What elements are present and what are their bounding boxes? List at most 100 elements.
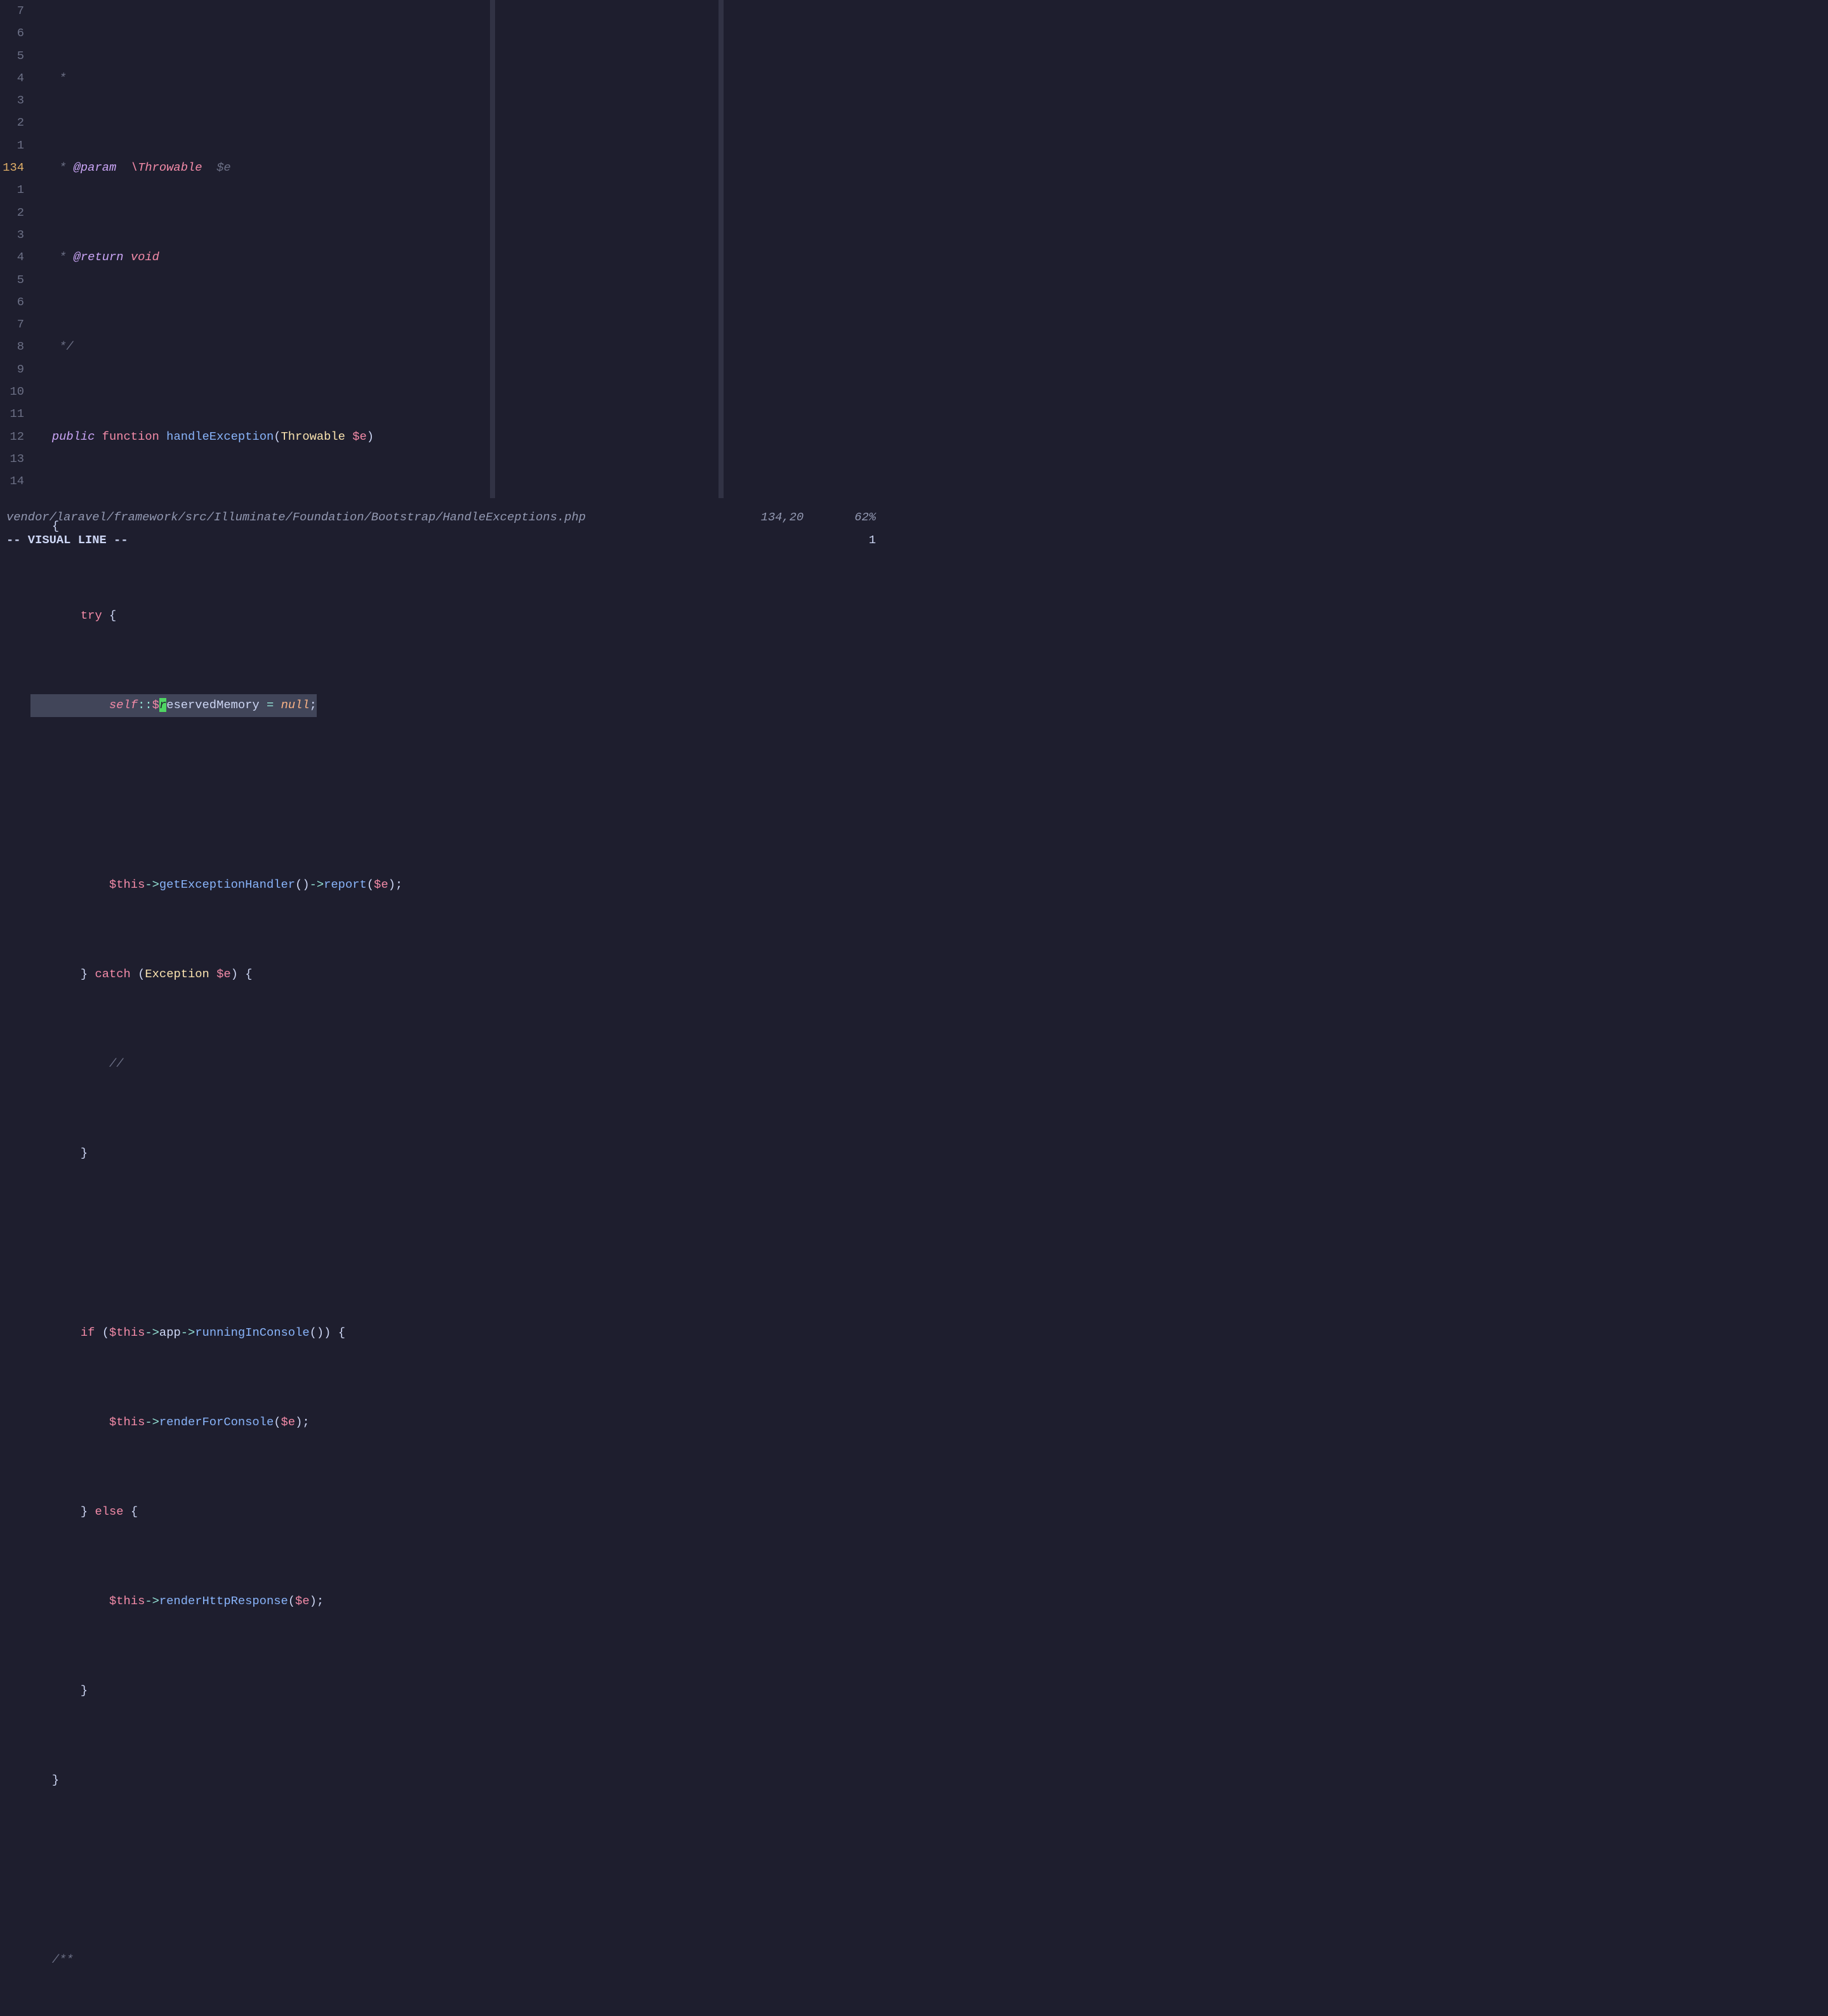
- line-number: 14: [0, 470, 30, 492]
- variable-this: $this: [109, 1415, 145, 1429]
- type: Throwable: [281, 430, 345, 444]
- line-number: 9: [0, 359, 30, 381]
- code-line[interactable]: * @param \Throwable $e: [30, 157, 882, 179]
- doc-open: /**: [30, 1953, 74, 1967]
- code-line[interactable]: $this->getExceptionHandler()->report($e)…: [30, 874, 882, 896]
- line-number: 6: [0, 291, 30, 313]
- variable-this: $this: [109, 1326, 145, 1340]
- doc-text: *: [30, 250, 74, 264]
- doc-var: $e: [216, 161, 231, 175]
- arrow-op: ->: [145, 1594, 159, 1608]
- arrow-op: ->: [181, 1326, 195, 1340]
- variable: $e: [281, 1415, 296, 1429]
- method-call: getExceptionHandler: [159, 878, 295, 892]
- variable-this: $this: [109, 1594, 145, 1608]
- arrow-op: ->: [145, 1326, 159, 1340]
- brace-close: }: [81, 1683, 88, 1697]
- variable: $e: [216, 967, 231, 981]
- code-line-selected[interactable]: self::$reservedMemory = null;: [30, 694, 882, 716]
- line-number: 13: [0, 448, 30, 470]
- line-number: 5: [0, 45, 30, 67]
- code-line[interactable]: $this->renderForConsole($e);: [30, 1411, 882, 1433]
- code-line[interactable]: }: [30, 1769, 882, 1791]
- code-line[interactable]: if ($this->app->runningInConsole()) {: [30, 1322, 882, 1344]
- property: app: [159, 1326, 181, 1340]
- keyword-if: if: [81, 1326, 95, 1340]
- scope-op: ::: [138, 698, 152, 712]
- line-number: 1: [0, 179, 30, 201]
- semicolon: ;: [302, 1415, 309, 1429]
- doc-tag: @param: [74, 161, 117, 175]
- code-line[interactable]: /**: [30, 1949, 882, 1971]
- brace-open: {: [109, 609, 116, 623]
- variable: $e: [374, 878, 388, 892]
- editor-viewport[interactable]: 7 6 5 4 3 2 1 134 1 2 3 4 5 6 7 8 9 10 1…: [0, 0, 882, 506]
- keyword-catch: catch: [95, 967, 130, 981]
- line-number-current: 134: [0, 157, 30, 179]
- code-line[interactable]: try {: [30, 605, 882, 627]
- line-number: 6: [0, 22, 30, 44]
- doc-type: void: [131, 250, 159, 264]
- line-number: 10: [0, 381, 30, 403]
- literal-null: null: [281, 698, 310, 712]
- keyword-function: function: [102, 430, 159, 444]
- variable-name: eservedMemory: [166, 698, 260, 712]
- semicolon: ;: [310, 698, 317, 712]
- method-call: runningInConsole: [195, 1326, 309, 1340]
- variable: $e: [295, 1594, 310, 1608]
- keyword-public: public: [52, 430, 95, 444]
- code-area[interactable]: * * @param \Throwable $e * @return void …: [30, 0, 882, 506]
- line-number: 3: [0, 89, 30, 112]
- keyword-else: else: [95, 1505, 123, 1519]
- doc-text: *: [30, 161, 74, 175]
- line-number: 7: [0, 0, 30, 22]
- visual-selection: self::$reservedMemory = null;: [30, 694, 317, 716]
- code-line[interactable]: *: [30, 67, 882, 89]
- code-line[interactable]: [30, 784, 882, 806]
- line-number: 4: [0, 67, 30, 89]
- code-line[interactable]: }: [30, 1680, 882, 1702]
- semicolon: ;: [395, 878, 402, 892]
- line-number: 7: [0, 313, 30, 336]
- variable-sigil: $: [152, 698, 159, 712]
- line-number: 1: [0, 135, 30, 157]
- brace-close: }: [81, 1505, 88, 1519]
- function-name: handleException: [166, 430, 274, 444]
- line-number-gutter: 7 6 5 4 3 2 1 134 1 2 3 4 5 6 7 8 9 10 1…: [0, 0, 30, 506]
- line-number: 11: [0, 403, 30, 425]
- code-line[interactable]: public function handleException(Throwabl…: [30, 426, 882, 448]
- line-number: 4: [0, 246, 30, 268]
- code-line[interactable]: [30, 1232, 882, 1254]
- assign-op: =: [267, 698, 274, 712]
- code-line[interactable]: }: [30, 1142, 882, 1164]
- code-line[interactable]: */: [30, 336, 882, 358]
- line-number: 8: [0, 336, 30, 358]
- doc-text: *: [30, 71, 66, 85]
- arrow-op: ->: [145, 878, 159, 892]
- code-line[interactable]: $this->renderHttpResponse($e);: [30, 1590, 882, 1612]
- scrollbar-thumb[interactable]: [719, 0, 724, 498]
- line-number: 3: [0, 224, 30, 246]
- arrow-op: ->: [145, 1415, 159, 1429]
- code-line[interactable]: } catch (Exception $e) {: [30, 963, 882, 985]
- brace-open: {: [245, 967, 252, 981]
- brace-close: }: [52, 1773, 59, 1787]
- doc-close: */: [30, 339, 74, 353]
- method-call: renderForConsole: [159, 1415, 274, 1429]
- code-line[interactable]: * @return void: [30, 246, 882, 268]
- code-line[interactable]: {: [30, 515, 882, 537]
- doc-type: \Throwable: [131, 161, 202, 175]
- brace-close: }: [81, 1146, 88, 1160]
- keyword-self: self: [109, 698, 138, 712]
- method-call: report: [324, 878, 367, 892]
- brace-open: {: [338, 1326, 345, 1340]
- brace-open: {: [52, 519, 59, 533]
- brace-open: {: [131, 1505, 138, 1519]
- scrollbar-split[interactable]: [490, 0, 495, 498]
- code-line[interactable]: //: [30, 1053, 882, 1075]
- line-number: 2: [0, 112, 30, 134]
- code-line[interactable]: [30, 1859, 882, 1881]
- comment: //: [109, 1057, 124, 1071]
- code-line[interactable]: } else {: [30, 1501, 882, 1523]
- variable: $e: [352, 430, 367, 444]
